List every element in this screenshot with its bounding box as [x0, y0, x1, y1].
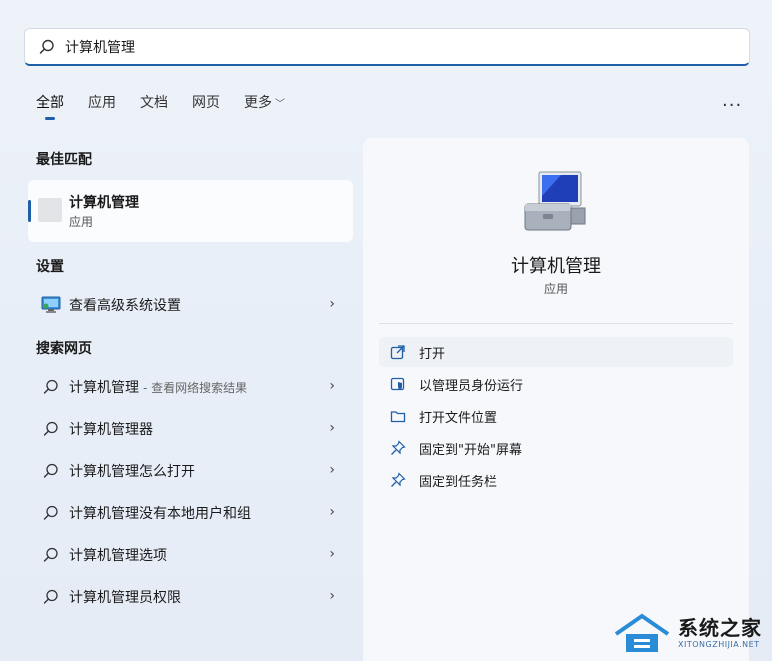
watermark-logo: 系统之家 XITONGZHIJIA.NET	[612, 612, 762, 658]
best-match-type: 应用	[69, 215, 94, 229]
section-title-web: 搜索网页	[36, 341, 92, 357]
best-match-name: 计算机管理	[69, 195, 139, 211]
search-icon	[39, 39, 54, 54]
web-result-sublabel: - 查看网络搜索结果	[143, 380, 248, 395]
tab-web[interactable]: 网页	[192, 92, 220, 122]
web-result-label: 计算机管理员权限	[69, 590, 181, 606]
search-icon	[40, 544, 62, 566]
open-external-icon	[389, 343, 407, 361]
web-result-item[interactable]: 计算机管理员权限 ›	[28, 579, 353, 615]
chevron-down-icon: ﹀	[275, 99, 285, 110]
action-label: 固定到任务栏	[419, 474, 498, 490]
folder-icon	[389, 407, 407, 425]
search-icon	[40, 502, 62, 524]
web-result-label: 计算机管理器	[69, 422, 153, 438]
detail-app-type: 应用	[543, 282, 568, 296]
watermark-url: XITONGZHIJIA.NET	[678, 640, 760, 649]
chevron-right-icon: ›	[329, 546, 335, 562]
tab-more[interactable]: 更多 ﹀	[244, 92, 285, 122]
web-result-label: 计算机管理没有本地用户和组	[69, 506, 251, 522]
pin-icon	[389, 471, 407, 489]
divider	[379, 323, 733, 324]
action-label: 以管理员身份运行	[419, 378, 524, 394]
section-title-best-match: 最佳匹配	[36, 152, 92, 168]
detail-app-title: 计算机管理	[511, 256, 601, 277]
section-title-settings: 设置	[36, 259, 64, 275]
tab-apps[interactable]: 应用	[88, 92, 116, 122]
action-label: 固定到"开始"屏幕	[419, 442, 522, 458]
action-run-as-admin[interactable]: 以管理员身份运行	[379, 369, 733, 399]
watermark-name: 系统之家	[678, 616, 762, 640]
tab-documents[interactable]: 文档	[140, 92, 168, 122]
action-pin-to-taskbar[interactable]: 固定到任务栏	[379, 465, 733, 495]
action-label: 打开	[419, 346, 446, 362]
web-result-label: 计算机管理	[69, 380, 139, 396]
chevron-right-icon: ›	[329, 420, 335, 436]
web-result-item[interactable]: 计算机管理器 ›	[28, 411, 353, 447]
search-icon	[40, 376, 62, 398]
web-result-item[interactable]: 计算机管理 - 查看网络搜索结果 ›	[28, 369, 353, 405]
search-icon	[40, 418, 62, 440]
search-icon	[40, 460, 62, 482]
selection-indicator	[28, 200, 31, 222]
action-open-file-location[interactable]: 打开文件位置	[379, 401, 733, 431]
house-logo-icon	[614, 613, 670, 652]
chevron-right-icon: ›	[329, 378, 335, 394]
action-pin-to-start[interactable]: 固定到"开始"屏幕	[379, 433, 733, 463]
web-result-item[interactable]: 计算机管理没有本地用户和组 ›	[28, 495, 353, 531]
action-open[interactable]: 打开	[379, 337, 733, 367]
web-result-label: 计算机管理选项	[69, 548, 167, 564]
chevron-right-icon: ›	[329, 588, 335, 604]
web-result-label: 计算机管理怎么打开	[69, 464, 195, 480]
pin-icon	[389, 439, 407, 457]
web-result-item[interactable]: 计算机管理怎么打开 ›	[28, 453, 353, 489]
shield-icon	[389, 375, 407, 393]
action-label: 打开文件位置	[419, 410, 498, 426]
web-result-item[interactable]: 计算机管理选项 ›	[28, 537, 353, 573]
chevron-right-icon: ›	[329, 296, 335, 312]
computer-management-icon	[524, 171, 586, 231]
chevron-right-icon: ›	[329, 504, 335, 520]
tab-all[interactable]: 全部	[36, 92, 64, 122]
settings-item-label: 查看高级系统设置	[69, 298, 181, 314]
more-options-button[interactable]: ...	[722, 90, 742, 111]
settings-item[interactable]: 查看高级系统设置 ›	[28, 287, 353, 323]
chevron-right-icon: ›	[329, 462, 335, 478]
detail-panel: 计算机管理 应用 打开 以管理员身份运行 打开文件位置 固定到"开始"屏幕 固定…	[363, 138, 749, 661]
best-match-item[interactable]: 计算机管理 应用	[28, 180, 353, 242]
search-icon	[40, 586, 62, 608]
filter-tabs: 全部 应用 文档 网页 更多 ﹀	[36, 92, 309, 122]
monitor-settings-icon	[40, 294, 62, 316]
app-thumbnail	[38, 198, 62, 222]
search-input[interactable]	[65, 38, 665, 55]
search-box[interactable]	[24, 28, 750, 66]
